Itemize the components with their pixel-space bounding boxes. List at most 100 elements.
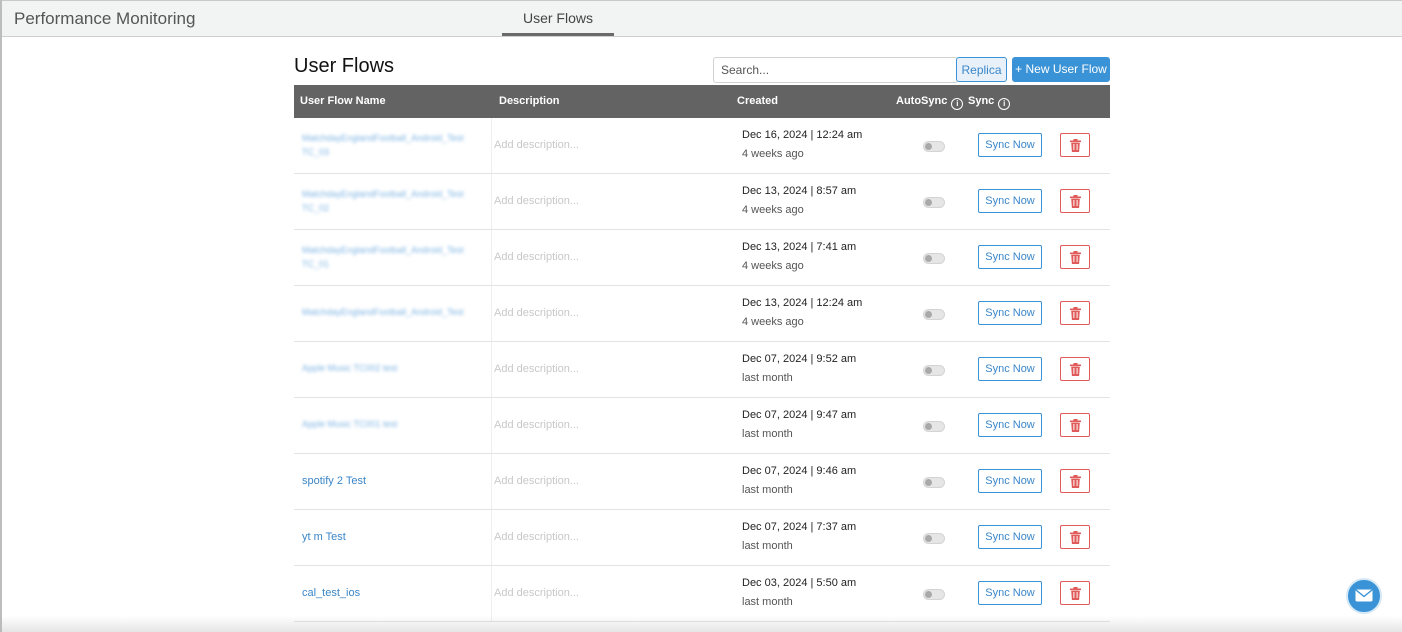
sync-now-button[interactable]: Sync Now: [978, 245, 1042, 269]
description-field[interactable]: Add description...: [494, 587, 579, 599]
description-field[interactable]: Add description...: [494, 139, 579, 151]
autosync-toggle[interactable]: [923, 477, 945, 488]
column-header-autosync: AutoSync i: [896, 95, 964, 110]
created-relative: 4 weeks ago: [742, 204, 804, 216]
table-row: MatchdayEnglandFootball_Android_Test TC_0…: [294, 230, 1110, 286]
user-flow-name-link[interactable]: yt m Test: [302, 531, 346, 543]
user-flow-name-cell: MatchdayEnglandFootball_Android_Test: [302, 286, 490, 341]
sync-now-button[interactable]: Sync Now: [978, 133, 1042, 157]
trash-icon: [1070, 307, 1081, 320]
delete-button[interactable]: [1060, 245, 1090, 269]
user-flow-name-link[interactable]: Apple Music TC001 test: [302, 419, 397, 429]
table-row: Apple Music TC001 test Add description...…: [294, 398, 1110, 454]
delete-button[interactable]: [1060, 189, 1090, 213]
created-date: Dec 07, 2024 | 9:46 am: [742, 465, 857, 477]
tab-user-flows[interactable]: User Flows: [502, 1, 614, 36]
toggle-knob: [925, 535, 932, 542]
column-header-sync: Sync i: [968, 95, 1011, 110]
autosync-label: AutoSync: [896, 95, 948, 107]
top-bar: Performance Monitoring User Flows: [2, 1, 1402, 37]
created-date: Dec 07, 2024 | 9:52 am: [742, 353, 857, 365]
created-date: Dec 07, 2024 | 7:37 am: [742, 521, 857, 533]
description-field[interactable]: Add description...: [494, 195, 579, 207]
toggle-knob: [925, 311, 932, 318]
user-flow-name-link-line2[interactable]: TC_02: [302, 203, 329, 213]
user-flow-name-cell: Apple Music TC002 test: [302, 342, 490, 397]
user-flow-name-link[interactable]: MatchdayEnglandFootball_Android_Test: [302, 245, 464, 255]
delete-button[interactable]: [1060, 525, 1090, 549]
autosync-toggle[interactable]: [923, 421, 945, 432]
user-flow-name-link[interactable]: MatchdayEnglandFootball_Android_Test: [302, 307, 464, 317]
autosync-toggle[interactable]: [923, 197, 945, 208]
trash-icon: [1070, 475, 1081, 488]
app-title: Performance Monitoring: [14, 9, 196, 28]
user-flow-name-link[interactable]: MatchdayEnglandFootball_Android_Test: [302, 133, 464, 143]
user-flow-name-link[interactable]: cal_test_ios: [302, 587, 360, 599]
cell-divider: [491, 398, 492, 453]
sync-now-button[interactable]: Sync Now: [978, 189, 1042, 213]
autosync-info-icon[interactable]: i: [951, 98, 964, 110]
description-field[interactable]: Add description...: [494, 307, 579, 319]
toggle-knob: [925, 367, 932, 374]
delete-button[interactable]: [1060, 301, 1090, 325]
created-date: Dec 13, 2024 | 7:41 am: [742, 241, 857, 253]
created-relative: last month: [742, 372, 793, 384]
contact-support-button[interactable]: [1346, 578, 1382, 614]
description-field[interactable]: Add description...: [494, 419, 579, 431]
created-date: Dec 13, 2024 | 8:57 am: [742, 185, 857, 197]
cell-divider: [491, 174, 492, 229]
autosync-toggle[interactable]: [923, 365, 945, 376]
replica-button[interactable]: Replica: [956, 57, 1007, 82]
toggle-knob: [925, 199, 932, 206]
table-row: cal_test_ios Add description... Dec 03, 20…: [294, 566, 1110, 622]
autosync-toggle[interactable]: [923, 589, 945, 600]
table-row: MatchdayEnglandFootball_Android_Test TC_0…: [294, 118, 1110, 174]
envelope-icon: [1355, 589, 1373, 602]
delete-button[interactable]: [1060, 469, 1090, 493]
table-row: yt m Test Add description... Dec 07, 2024 …: [294, 510, 1110, 566]
trash-icon: [1070, 139, 1081, 152]
user-flow-name-link[interactable]: MatchdayEnglandFootball_Android_Test: [302, 189, 464, 199]
created-relative: 4 weeks ago: [742, 148, 804, 160]
new-user-flow-button[interactable]: + New User Flow: [1012, 57, 1110, 82]
delete-button[interactable]: [1060, 133, 1090, 157]
search-input[interactable]: [713, 57, 958, 83]
user-flow-name-cell: Apple Music TC001 test: [302, 398, 490, 453]
autosync-toggle[interactable]: [923, 533, 945, 544]
created-date: Dec 07, 2024 | 9:47 am: [742, 409, 857, 421]
user-flow-name-cell: cal_test_ios: [302, 566, 490, 621]
delete-button[interactable]: [1060, 357, 1090, 381]
window-left-border: [0, 0, 2, 632]
cell-divider: [491, 118, 492, 173]
user-flow-name-link[interactable]: spotify 2 Test: [302, 475, 366, 487]
sync-now-button[interactable]: Sync Now: [978, 357, 1042, 381]
created-date: Dec 16, 2024 | 12:24 am: [742, 129, 863, 141]
sync-label: Sync: [968, 95, 995, 107]
sync-now-button[interactable]: Sync Now: [978, 413, 1042, 437]
sync-now-button[interactable]: Sync Now: [978, 525, 1042, 549]
created-relative: last month: [742, 596, 793, 608]
description-field[interactable]: Add description...: [494, 475, 579, 487]
toggle-knob: [925, 255, 932, 262]
user-flow-name-link-line2[interactable]: TC_03: [302, 147, 329, 157]
description-field[interactable]: Add description...: [494, 251, 579, 263]
sync-now-button[interactable]: Sync Now: [978, 581, 1042, 605]
autosync-toggle[interactable]: [923, 309, 945, 320]
user-flow-name-link-line2[interactable]: TC_01: [302, 259, 329, 269]
sync-now-button[interactable]: Sync Now: [978, 301, 1042, 325]
bottom-shadow: [0, 616, 1402, 632]
delete-button[interactable]: [1060, 413, 1090, 437]
autosync-toggle[interactable]: [923, 253, 945, 264]
table-row: spotify 2 Test Add description... Dec 07, …: [294, 454, 1110, 510]
column-header-created: Created: [737, 95, 778, 107]
sync-info-icon[interactable]: i: [998, 98, 1011, 110]
cell-divider: [491, 230, 492, 285]
sync-now-button[interactable]: Sync Now: [978, 469, 1042, 493]
autosync-toggle[interactable]: [923, 141, 945, 152]
table-header: User Flow Name Description Created AutoS…: [294, 85, 1110, 118]
description-field[interactable]: Add description...: [494, 531, 579, 543]
user-flow-name-link[interactable]: Apple Music TC002 test: [302, 363, 397, 373]
trash-icon: [1070, 363, 1081, 376]
delete-button[interactable]: [1060, 581, 1090, 605]
description-field[interactable]: Add description...: [494, 363, 579, 375]
